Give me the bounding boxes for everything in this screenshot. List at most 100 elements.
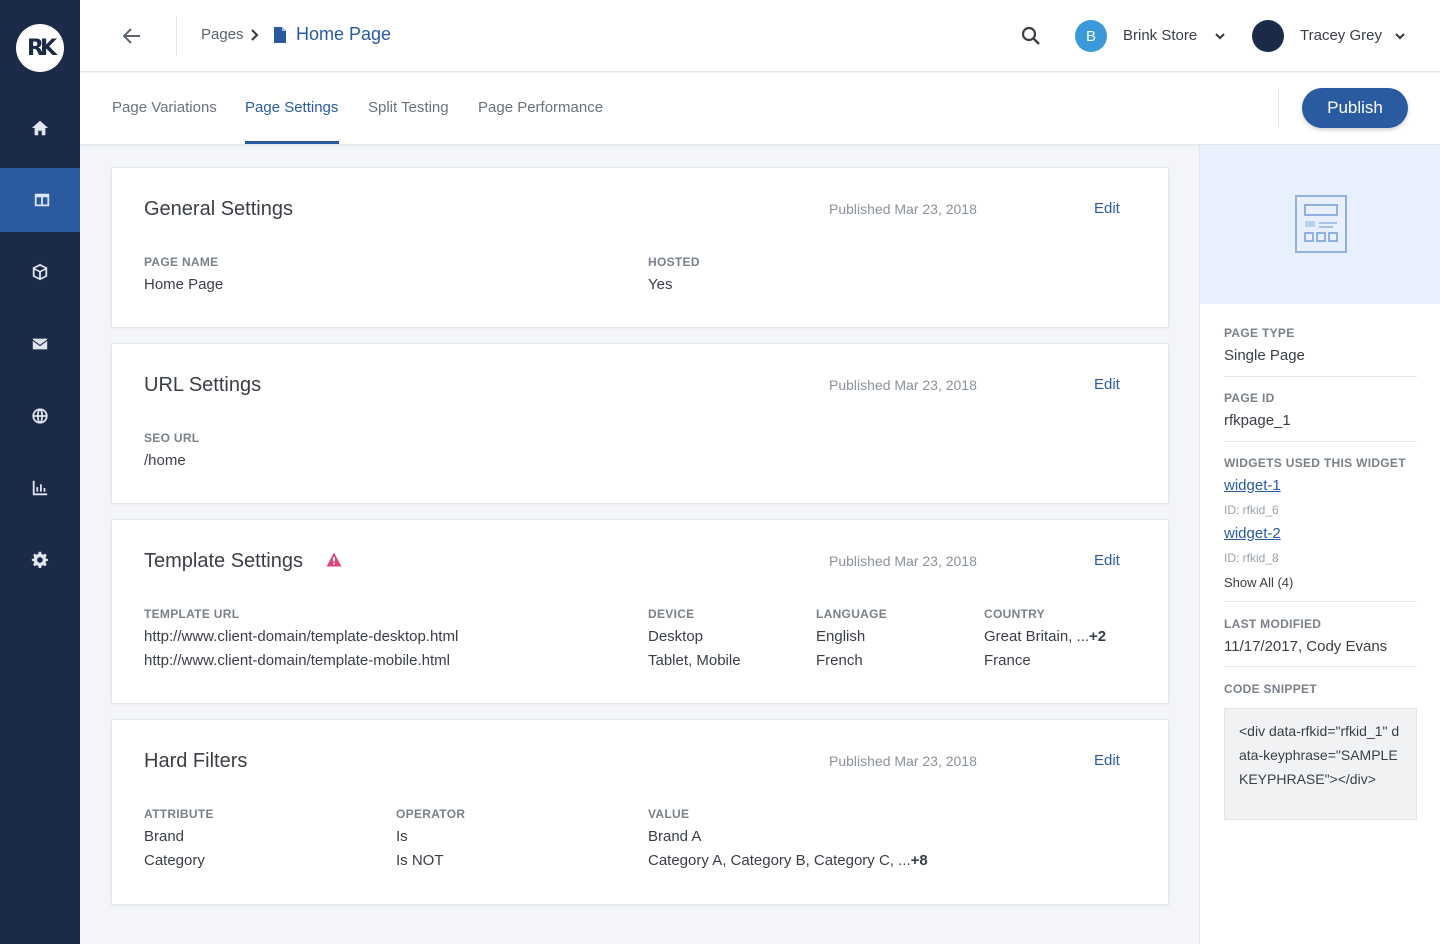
store-avatar[interactable]: B [1075,20,1107,52]
details-panel: PAGE TYPE Single Page PAGE ID rfkpage_1 … [1199,145,1440,944]
mail-icon [32,338,48,350]
breadcrumb-current: Home Page [296,24,392,44]
country-value: Great Britain, ...+2 [984,628,1106,645]
warning-icon[interactable] [326,552,342,567]
sidebar: RK [0,0,80,944]
filter-value-text: Category A, Category B, Category C, ... [648,852,911,869]
edit-general-button[interactable]: Edit [1094,200,1120,217]
template-url-value: http://www.client-domain/template-mobile… [144,652,450,669]
attribute-value: Brand [144,828,185,845]
code-snippet-label: CODE SNIPPET [1224,682,1317,696]
show-all-link[interactable]: Show All (4) [1224,575,1293,590]
page-preview [1200,145,1440,304]
hosted-label: HOSTED [648,255,700,269]
cube-icon [32,263,48,281]
published-date: Published Mar 23, 2018 [829,753,977,769]
edit-filters-button[interactable]: Edit [1094,752,1120,769]
template-settings-card: Template Settings Published Mar 23, 2018… [111,519,1169,704]
device-value: Tablet, Mobile [648,652,741,669]
header-divider [176,16,177,56]
card-title: URL Settings [144,374,262,396]
country-text: Great Britain, ... [984,628,1090,645]
device-value: Desktop [648,628,704,645]
device-label: DEVICE [648,607,695,621]
template-url-value: http://www.client-domain/template-deskto… [144,628,459,645]
template-url-label: TEMPLATE URL [144,607,240,621]
hard-filters-card: Hard Filters Published Mar 23, 2018 Edit… [111,719,1169,905]
gear-icon [31,551,49,569]
breadcrumb-pages[interactable]: Pages [201,26,244,43]
general-settings-card: General Settings Published Mar 23, 2018 … [111,167,1169,328]
store-name[interactable]: Brink Store [1123,27,1197,44]
document-icon [274,27,286,43]
home-icon [31,120,49,136]
user-name[interactable]: Tracey Grey [1300,27,1382,44]
published-date: Published Mar 23, 2018 [829,553,977,569]
search-icon[interactable] [1020,25,1042,47]
tab-page-performance[interactable]: Page Performance [478,99,603,144]
edit-template-button[interactable]: Edit [1094,552,1120,569]
published-date: Published Mar 23, 2018 [829,377,977,393]
published-date: Published Mar 23, 2018 [829,201,977,217]
filter-more-count[interactable]: +8 [911,852,928,869]
widgets-label: WIDGETS USED THIS WIDGET [1224,456,1406,470]
widget-link[interactable]: widget-1 [1224,477,1281,494]
chevron-down-icon[interactable] [1393,30,1407,42]
arrow-left-icon [123,28,140,44]
card-title: Hard Filters [144,750,248,772]
sidebar-item-home[interactable] [0,96,80,160]
tab-page-settings[interactable]: Page Settings [245,99,340,144]
last-modified-value: 11/17/2017, Cody Evans [1224,638,1388,655]
edit-url-button[interactable]: Edit [1094,376,1120,393]
top-header: Pages Home Page B Brink Store Tracey Gre… [80,0,1440,72]
operator-value: Is NOT [396,852,444,869]
language-value: English [816,628,866,645]
country-value: France [984,652,1031,669]
page-name-label: PAGE NAME [144,255,219,269]
divider [1224,441,1417,442]
divider [1224,376,1417,377]
page-name-value: Home Page [144,276,224,293]
page-id-label: PAGE ID [1224,391,1275,405]
divider [1224,601,1417,602]
chevron-down-icon[interactable] [1213,30,1227,42]
sidebar-item-products[interactable] [0,240,80,304]
operator-value: Is [396,828,408,845]
country-more-count[interactable]: +2 [1089,628,1106,645]
language-value: French [816,652,863,669]
tab-page-variations[interactable]: Page Variations [112,99,217,144]
card-title: General Settings [144,198,293,220]
widget-link[interactable]: widget-2 [1224,525,1281,542]
bar-chart-icon [32,480,48,496]
divider [1224,666,1417,667]
page-id-value: rfkpage_1 [1224,412,1291,429]
chevron-right-icon [251,29,259,41]
layout-icon [34,193,50,207]
seo-url-label: SEO URL [144,431,200,445]
app-logo[interactable]: RK [16,24,64,72]
page-type-label: PAGE TYPE [1224,326,1295,340]
value-label: VALUE [648,807,690,821]
filter-value: Category A, Category B, Category C, ...+… [648,852,928,869]
tab-split-testing[interactable]: Split Testing [368,99,449,144]
sidebar-item-analytics[interactable] [0,456,80,520]
user-avatar[interactable] [1252,20,1284,52]
country-label: COUNTRY [984,607,1045,621]
operator-label: OPERATOR [396,807,466,821]
language-label: LANGUAGE [816,607,888,621]
publish-button[interactable]: Publish [1302,88,1408,128]
tab-bar: Page Variations Page Settings Split Test… [80,73,1440,145]
url-settings-card: URL Settings Published Mar 23, 2018 Edit… [111,343,1169,504]
sidebar-item-mail[interactable] [0,312,80,376]
tab-divider [1278,89,1279,127]
filter-value: Brand A [648,828,702,845]
hosted-value: Yes [648,276,673,293]
back-button[interactable] [120,24,144,48]
attribute-value: Category [144,852,205,869]
sidebar-item-global[interactable] [0,384,80,448]
page-layout-icon [1295,195,1347,253]
sidebar-item-pages[interactable] [0,168,80,232]
sidebar-item-settings[interactable] [0,528,80,592]
widget-id: ID: rfkid_6 [1224,503,1279,517]
code-snippet-box[interactable]: <div data-rfkid="rfkid_1" data-keyphrase… [1224,708,1417,820]
